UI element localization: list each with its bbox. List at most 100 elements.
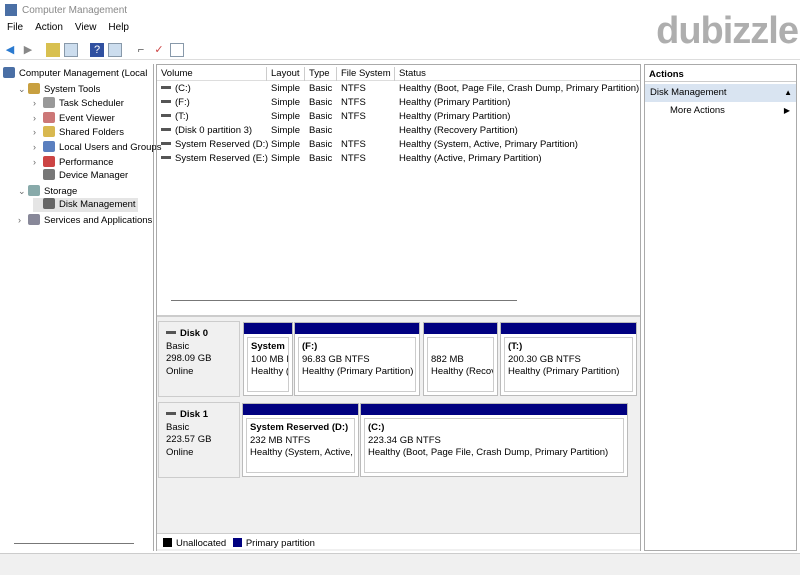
expand-chevron-icon[interactable]: › [33, 155, 43, 169]
partition-name: System Reserved (D:) [250, 422, 349, 433]
partition-block[interactable]: System Reserved (D:) 232 MB NTFS Healthy (… [242, 403, 359, 477]
disk-label[interactable]: Disk 0 Basic 298.09 GB Online [158, 321, 240, 397]
disk-icon [166, 331, 176, 334]
volume-row[interactable]: (T:) Simple Basic NTFS Healthy (Primary Part… [157, 110, 640, 124]
partition-status: Healthy (System, Active, [250, 447, 353, 458]
tree-item[interactable]: Disk Management [33, 198, 138, 213]
partition-name: (F:) [302, 341, 318, 352]
column-layout[interactable]: Layout [267, 67, 305, 81]
cell: Healthy (Recovery Partition) [399, 125, 518, 136]
collapse-icon[interactable]: ▲ [784, 84, 792, 102]
actions-section-disk-management[interactable]: Disk Management ▲ [645, 84, 796, 102]
cell: Basic [309, 125, 333, 136]
tree-item-label: Task Scheduler [59, 98, 124, 110]
expand-chevron-icon[interactable]: › [18, 213, 28, 227]
tree-item[interactable]: › Performance [33, 155, 115, 169]
partition-name [431, 341, 490, 354]
action-pane-icon[interactable] [108, 43, 122, 57]
volume-icon [161, 142, 171, 145]
volume-row[interactable]: System Reserved (D:) Simple Basic NTFS Healt… [157, 138, 640, 152]
tree-item[interactable]: › Local Users and Groups [33, 140, 163, 154]
expand-chevron-icon[interactable]: › [33, 140, 43, 154]
navigation-tree: Computer Management (Local ⌄ System Tools ›… [0, 64, 161, 551]
expand-chevron-icon[interactable]: › [33, 125, 43, 139]
volume-row[interactable]: (F:) Simple Basic NTFS Healthy (Primary Part… [157, 96, 640, 110]
column-status[interactable]: Status [395, 67, 640, 81]
primary-swatch [232, 538, 242, 547]
tree-item[interactable]: › Shared Folders [33, 125, 126, 139]
tree-item[interactable]: ⌄ System Tools [18, 82, 102, 96]
primary-partition-bar [295, 323, 419, 334]
disk-graphical-view: Disk 0Basic298.09 GBOnlineSystem F100 MB… [157, 315, 640, 551]
disk-label[interactable]: Disk 1 Basic 223.57 GB Online [158, 402, 240, 478]
forward-icon[interactable]: ▶ [21, 43, 35, 57]
tree-item[interactable]: › Event Viewer [33, 111, 117, 125]
connect-icon[interactable]: ⌐ [134, 43, 148, 57]
submenu-arrow-icon: ▶ [783, 106, 790, 115]
cell: NTFS [341, 97, 366, 108]
disk-management-pane: Volume Layout Type File System Status (C… [156, 64, 641, 551]
expand-chevron-icon[interactable]: › [33, 96, 43, 110]
partition-block[interactable]: 882 MB Healthy (Recov [423, 322, 498, 396]
folder-up-icon[interactable] [46, 43, 60, 57]
more-actions[interactable]: More Actions ▶ [645, 102, 796, 120]
expand-chevron-icon[interactable]: ⌄ [18, 184, 28, 198]
volume-row[interactable]: (C:) Simple Basic NTFS Healthy (Boot, Page F… [157, 82, 640, 96]
tree-item[interactable]: › Services and Applications [18, 213, 154, 227]
tree-node-icon [43, 97, 55, 109]
tree-item-label: Storage [44, 185, 78, 197]
tree-scrollbar[interactable] [14, 543, 134, 544]
cell: Healthy (System, Active, Primary Partiti… [399, 139, 578, 150]
status-bar [0, 543, 800, 575]
menu-bar: File Action View Help [0, 22, 134, 38]
cell: Simple [271, 111, 301, 122]
cell: Healthy (Primary Partition) [399, 111, 511, 122]
menu-action[interactable]: Action [35, 22, 63, 33]
volume-icon [161, 128, 171, 131]
properties-icon[interactable]: ✓ [152, 43, 166, 57]
column-volume[interactable]: Volume [157, 67, 267, 81]
more-actions-label: More Actions [670, 105, 725, 116]
partition-block[interactable]: (F:) 96.83 GB NTFS Healthy (Primary Partit… [294, 322, 420, 396]
back-icon[interactable]: ◀ [3, 43, 17, 57]
disk-name: Disk 1 [180, 409, 208, 420]
volume-row[interactable]: (Disk 0 partition 3) Simple Basic Healthy (… [157, 124, 640, 138]
primary-partition-bar [424, 323, 497, 334]
help-icon[interactable]: ? [90, 43, 104, 57]
expand-chevron-icon[interactable]: ⌄ [18, 82, 28, 96]
partition-block[interactable]: (C:) 223.34 GB NTFS Healthy (Boot, Page Fi… [360, 403, 628, 477]
menu-view[interactable]: View [75, 22, 97, 33]
show-hide-tree-icon[interactable] [64, 43, 78, 57]
window-title: Computer Management [22, 5, 128, 16]
cell: Simple [271, 97, 301, 108]
tree-item-label: Shared Folders [59, 127, 124, 139]
tree-item[interactable]: › Task Scheduler [33, 96, 126, 110]
column-type[interactable]: Type [305, 67, 337, 81]
volume-row[interactable]: System Reserved (E:) Simple Basic NTFS Healt… [157, 152, 640, 166]
tree-node-icon [43, 141, 55, 152]
primary-partition-bar [501, 323, 636, 334]
cell: Simple [271, 125, 301, 136]
legend-unallocated: Unallocated [176, 538, 227, 549]
cell: NTFS [341, 111, 366, 122]
list-icon[interactable] [170, 43, 184, 57]
cell: System Reserved (E:) [161, 152, 268, 166]
tree-item-label: Event Viewer [59, 112, 115, 124]
partition-status: Healthy (Boot, Page File, Crash Dump, Pr… [368, 447, 609, 458]
tree-item[interactable]: Computer Management (Local [3, 67, 149, 81]
cell: Basic [309, 83, 333, 94]
partition-size: 223.34 GB NTFS [368, 434, 441, 446]
primary-partition-bar [243, 404, 358, 415]
cell: Simple [271, 139, 301, 150]
column-file-system[interactable]: File System [337, 67, 395, 81]
menu-help[interactable]: Help [108, 22, 129, 33]
expand-chevron-icon[interactable]: › [33, 111, 43, 125]
horizontal-scrollbar[interactable] [171, 300, 517, 301]
menu-file[interactable]: File [7, 22, 23, 33]
tree-item[interactable]: ⌄ Storage [18, 184, 79, 198]
disk-type: Basic [166, 421, 190, 433]
legend: Unallocated Primary partition [157, 533, 640, 549]
tree-item[interactable]: Device Manager [33, 169, 130, 183]
partition-block[interactable]: System F100 MB NHealthy ( [243, 322, 293, 396]
partition-block[interactable]: (T:) 200.30 GB NTFS Healthy (Primary Parti… [500, 322, 637, 396]
